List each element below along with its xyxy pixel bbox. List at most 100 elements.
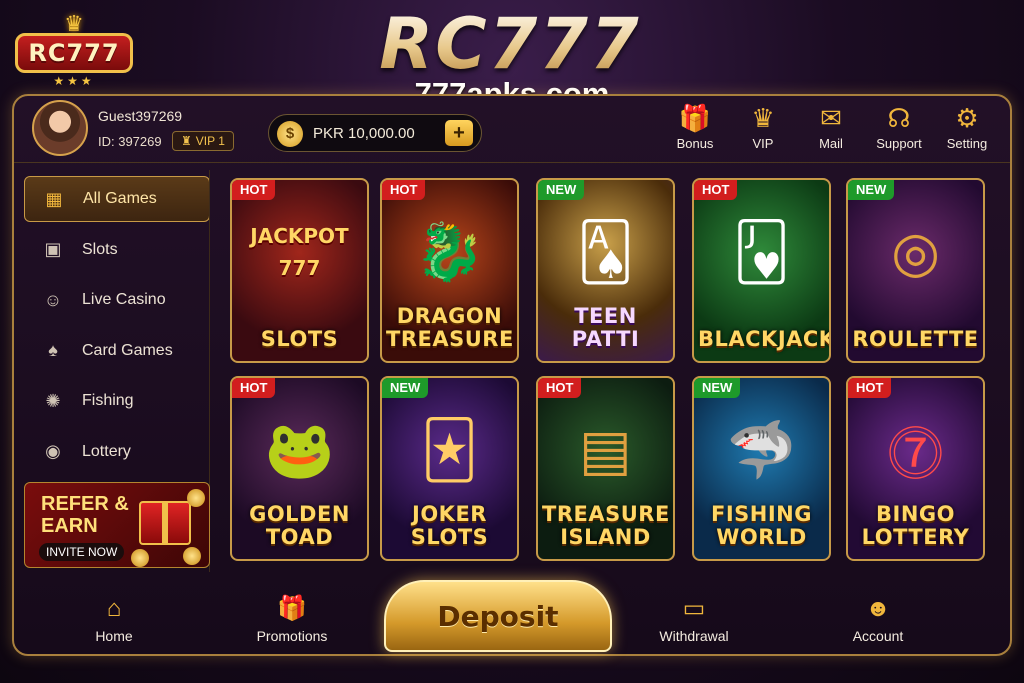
- cash-icon: ▭: [682, 595, 706, 622]
- treasure-chest-icon: ▤: [579, 418, 632, 481]
- nav-bonus[interactable]: 🎁 Bonus: [664, 102, 726, 151]
- bottom-nav-account[interactable]: ☻ Account: [818, 594, 938, 644]
- sidebar-item-card-games[interactable]: ♠ Card Games: [24, 328, 210, 374]
- invite-now-button[interactable]: INVITE NOW: [39, 543, 125, 561]
- nav-support[interactable]: ☊ Support: [868, 102, 930, 151]
- crown-icon: ♛: [751, 103, 775, 133]
- game-title: FISHING WORLD: [698, 503, 825, 549]
- sidebar-item-lottery[interactable]: ◉ Lottery: [24, 429, 210, 475]
- game-title-line: FISHING: [711, 502, 812, 526]
- sidebar-item-label: Slots: [82, 240, 118, 258]
- nav-bonus-label: Bonus: [676, 136, 714, 151]
- deposit-button[interactable]: Deposit: [384, 580, 612, 652]
- sidebar-item-label: Fishing: [82, 392, 134, 410]
- bottom-nav-promotions-label: Promotions: [256, 628, 328, 644]
- bottom-nav-withdrawal[interactable]: ▭ Withdrawal: [634, 594, 754, 644]
- game-card-fishing-world[interactable]: NEW 🦈 FISHING WORLD: [692, 376, 831, 561]
- shark-icon: 🦈: [726, 418, 797, 481]
- trophy-icon: ♜: [181, 134, 192, 148]
- game-card-roulette[interactable]: NEW ◎ ROULETTE: [846, 178, 985, 363]
- gift-icon: 🎁: [678, 103, 712, 133]
- page-title: RC777: [300, 6, 720, 82]
- sidebar-item-label: All Games: [83, 190, 157, 207]
- game-title-line: ROULETTE: [852, 327, 979, 351]
- sidebar-item-label: Live Casino: [82, 291, 166, 309]
- game-title-line: BINGO: [876, 502, 955, 526]
- game-title: GOLDEN TOAD: [236, 503, 363, 549]
- add-funds-button[interactable]: +: [445, 120, 473, 146]
- game-card-bingo-lottery[interactable]: HOT ⓻ BINGO LOTTERY: [846, 376, 985, 561]
- game-title-line: JOKER: [412, 502, 487, 526]
- game-title-line: SLOTS: [410, 525, 489, 549]
- vip-badge[interactable]: ♜ VIP 1: [172, 131, 234, 151]
- header-divider: [14, 162, 1010, 163]
- game-card-dragon-treasure[interactable]: HOT 🐉 DRAGON TREASURE: [380, 178, 519, 363]
- grid-icon: ▦: [45, 188, 63, 209]
- lottery-ball-icon: ◉: [45, 441, 61, 462]
- game-card-joker-slots[interactable]: NEW 🃏 JOKER SLOTS: [380, 376, 519, 561]
- bottom-nav-account-label: Account: [852, 628, 904, 644]
- nav-vip[interactable]: ♛ VIP: [732, 102, 794, 151]
- game-title-line: TEEN PATTI: [571, 304, 640, 351]
- refer-earn-banner[interactable]: REFER & EARN INVITE NOW: [24, 482, 210, 568]
- bottom-nav-home-label: Home: [95, 628, 133, 644]
- gift-icon: 🎁: [277, 595, 307, 622]
- jackpot-art-label: JACKPOT 777: [250, 224, 349, 280]
- game-title-line: ISLAND: [560, 525, 651, 549]
- user-icon: ☻: [865, 595, 891, 622]
- game-card-treasure-island[interactable]: HOT ▤ TREASURE ISLAND: [536, 376, 675, 561]
- playing-cards-icon: 🂡: [576, 220, 635, 283]
- coin-icon: [187, 489, 205, 507]
- avatar[interactable]: [32, 100, 88, 156]
- vip-level: VIP 1: [195, 134, 225, 148]
- top-nav: 🎁 Bonus ♛ VIP ✉ Mail ☊ Support ⚙ Setting: [664, 102, 998, 151]
- dragon-icon: 🐉: [414, 220, 485, 283]
- balance-amount: PKR 10,000.00: [313, 125, 415, 142]
- game-title: TREASURE ISLAND: [542, 503, 669, 549]
- nav-setting[interactable]: ⚙ Setting: [936, 102, 998, 151]
- game-title-line: TREASURE: [386, 327, 514, 351]
- game-title-line: WORLD: [716, 525, 807, 549]
- game-title-line: SLOTS: [260, 327, 339, 351]
- refer-title: REFER & EARN: [41, 493, 129, 537]
- game-card-golden-toad[interactable]: HOT 🐸 GOLDEN TOAD: [230, 376, 369, 561]
- coin-icon: $: [277, 121, 303, 147]
- bottom-nav-home[interactable]: ⌂ Home: [54, 594, 174, 644]
- coin-icon: [131, 549, 149, 567]
- nav-support-label: Support: [876, 136, 922, 151]
- joker-icon: 🃏: [420, 418, 479, 481]
- stars-icon: ★★★: [53, 73, 95, 88]
- hot-badge: HOT: [382, 180, 426, 200]
- sidebar-item-all-games[interactable]: ▦ All Games: [24, 176, 210, 222]
- coin-icon: [183, 547, 201, 565]
- sidebar: ▦ All Games ▣ Slots ☺ Live Casino ♠ Card…: [24, 176, 210, 480]
- game-title-line: DRAGON: [396, 304, 503, 328]
- user-id: ID: 397269: [98, 134, 162, 149]
- sidebar-item-fishing[interactable]: ✺ Fishing: [24, 378, 210, 424]
- sidebar-item-label: Card Games: [82, 341, 173, 359]
- roulette-wheel-icon: ◎: [891, 220, 940, 283]
- user-name: Guest397269: [98, 108, 183, 124]
- hot-badge: HOT: [538, 378, 582, 398]
- sidebar-item-slots[interactable]: ▣ Slots: [24, 227, 210, 273]
- new-badge: NEW: [848, 180, 895, 200]
- nav-vip-label: VIP: [752, 136, 774, 151]
- game-card-blackjack[interactable]: HOT 🂻 BLACKJACK: [692, 178, 831, 363]
- nav-mail[interactable]: ✉ Mail: [800, 102, 862, 151]
- game-title: SLOTS: [236, 328, 363, 351]
- bottom-nav-withdrawal-label: Withdrawal: [659, 628, 729, 644]
- sidebar-item-live-casino[interactable]: ☺ Live Casino: [24, 277, 210, 323]
- refer-title-line2: EARN: [41, 515, 98, 537]
- bottom-nav-promotions[interactable]: 🎁 Promotions: [232, 594, 352, 644]
- game-card-teen-patti[interactable]: NEW 🂡 TEEN PATTI: [536, 178, 675, 363]
- game-card-slots[interactable]: HOT JACKPOT 777 SLOTS: [230, 178, 369, 363]
- new-badge: NEW: [694, 378, 741, 398]
- refer-title-line1: REFER &: [41, 493, 129, 515]
- fish-icon: ✺: [45, 390, 61, 411]
- nav-setting-label: Setting: [946, 136, 988, 151]
- headset-icon: ☊: [887, 103, 911, 133]
- crown-icon: ♛: [64, 10, 84, 36]
- playing-cards-icon: 🂻: [732, 220, 791, 283]
- game-title-line: TREASURE: [542, 502, 670, 526]
- bingo-balls-icon: ⓻: [887, 422, 944, 486]
